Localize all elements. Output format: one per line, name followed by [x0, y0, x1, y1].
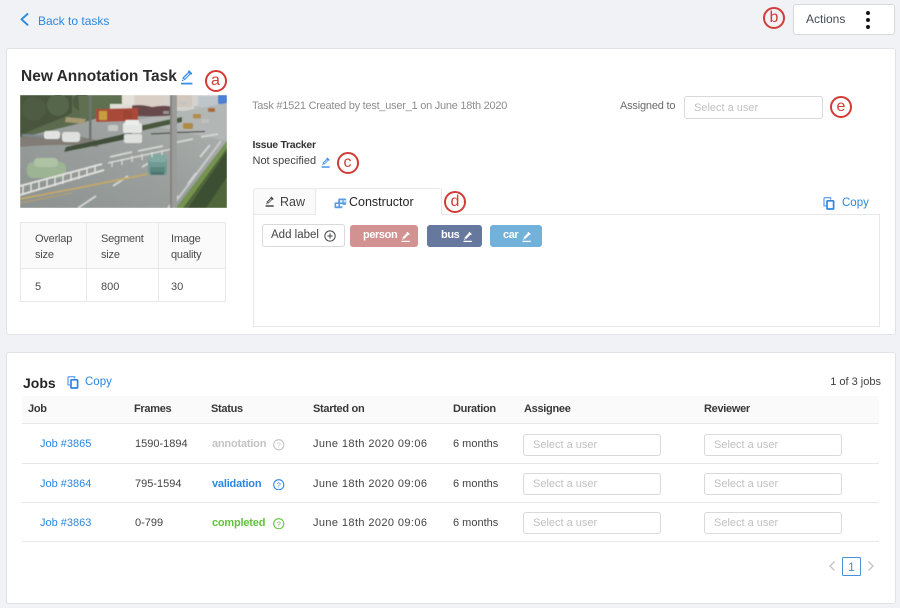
svg-text:?: ? [277, 480, 281, 489]
svg-text:?: ? [277, 440, 281, 449]
svg-text:?: ? [277, 519, 281, 528]
